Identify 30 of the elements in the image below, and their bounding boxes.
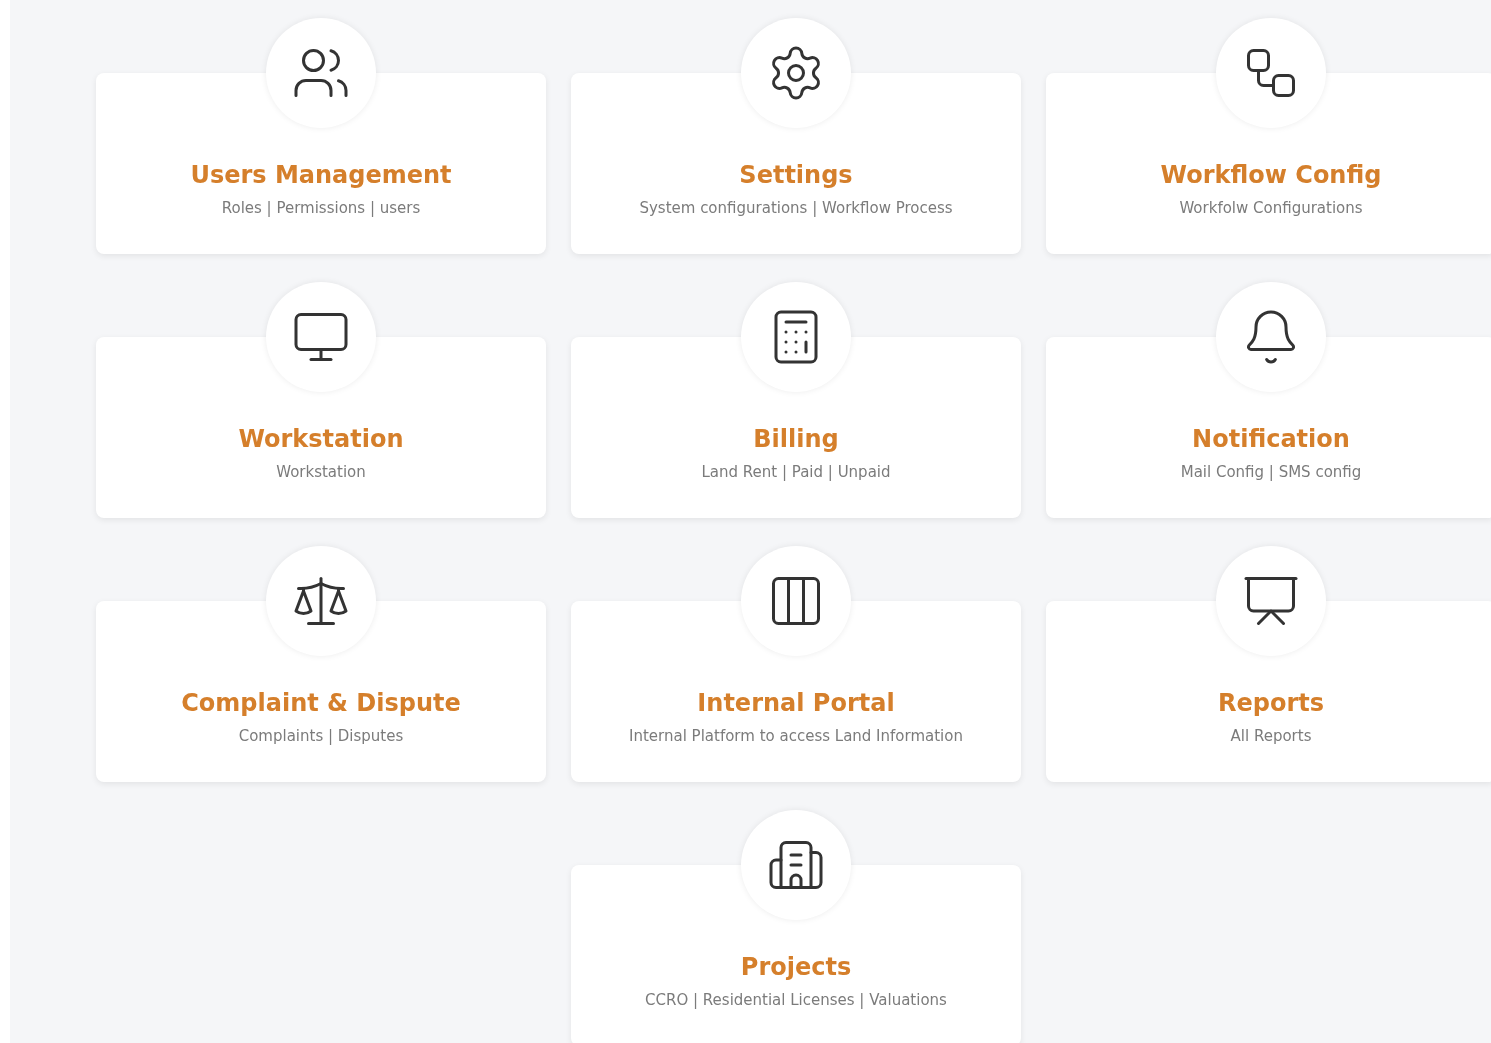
card-title: Billing bbox=[753, 425, 839, 453]
card-subtitle: Complaints | Disputes bbox=[238, 727, 404, 745]
card-title: Projects bbox=[740, 953, 852, 981]
card-subtitle: Internal Platform to access Land Information bbox=[629, 727, 963, 745]
card-title: Workflow Config bbox=[1160, 161, 1382, 189]
card-subtitle: Roles | Permissions | users bbox=[221, 199, 421, 217]
card-subtitle: CCRO | Residential Licenses | Valuations bbox=[645, 991, 947, 1009]
card-title: Internal Portal bbox=[697, 689, 895, 717]
card-subtitle: Workstation bbox=[276, 463, 366, 481]
module-card[interactable]: Billing Land Rent | Paid | Unpaid bbox=[571, 337, 1021, 518]
card-title: Complaint & Dispute bbox=[181, 689, 461, 717]
card-subtitle: Land Rent | Paid | Unpaid bbox=[701, 463, 891, 481]
card-subtitle: System configurations | Workflow Process bbox=[639, 199, 953, 217]
card-title: Users Management bbox=[190, 161, 452, 189]
card-title: Reports bbox=[1218, 689, 1324, 717]
card-subtitle: All Reports bbox=[1230, 727, 1312, 745]
module-card[interactable]: Users Management Roles | Permissions | users bbox=[96, 73, 546, 254]
card-subtitle: Workfolw Configurations bbox=[1179, 199, 1363, 217]
module-card[interactable]: Workstation Workstation bbox=[96, 337, 546, 518]
module-card[interactable]: Workflow Config Workfolw Configurations bbox=[1046, 73, 1491, 254]
card-title: Settings bbox=[739, 161, 853, 189]
module-card[interactable]: Projects CCRO | Residential Licenses | Valuations bbox=[571, 865, 1021, 1043]
module-card[interactable]: Settings System configurations | Workflow Process bbox=[571, 73, 1021, 254]
module-card[interactable]: Complaint & Dispute Complaints | Disputes bbox=[96, 601, 546, 782]
module-card[interactable]: Reports All Reports bbox=[1046, 601, 1491, 782]
card-title: Notification bbox=[1192, 425, 1350, 453]
card-title: Workstation bbox=[238, 425, 404, 453]
module-card[interactable]: Notification Mail Config | SMS config bbox=[1046, 337, 1491, 518]
module-card[interactable]: Internal Portal Internal Platform to access Land Information bbox=[571, 601, 1021, 782]
card-subtitle: Mail Config | SMS config bbox=[1180, 463, 1362, 481]
